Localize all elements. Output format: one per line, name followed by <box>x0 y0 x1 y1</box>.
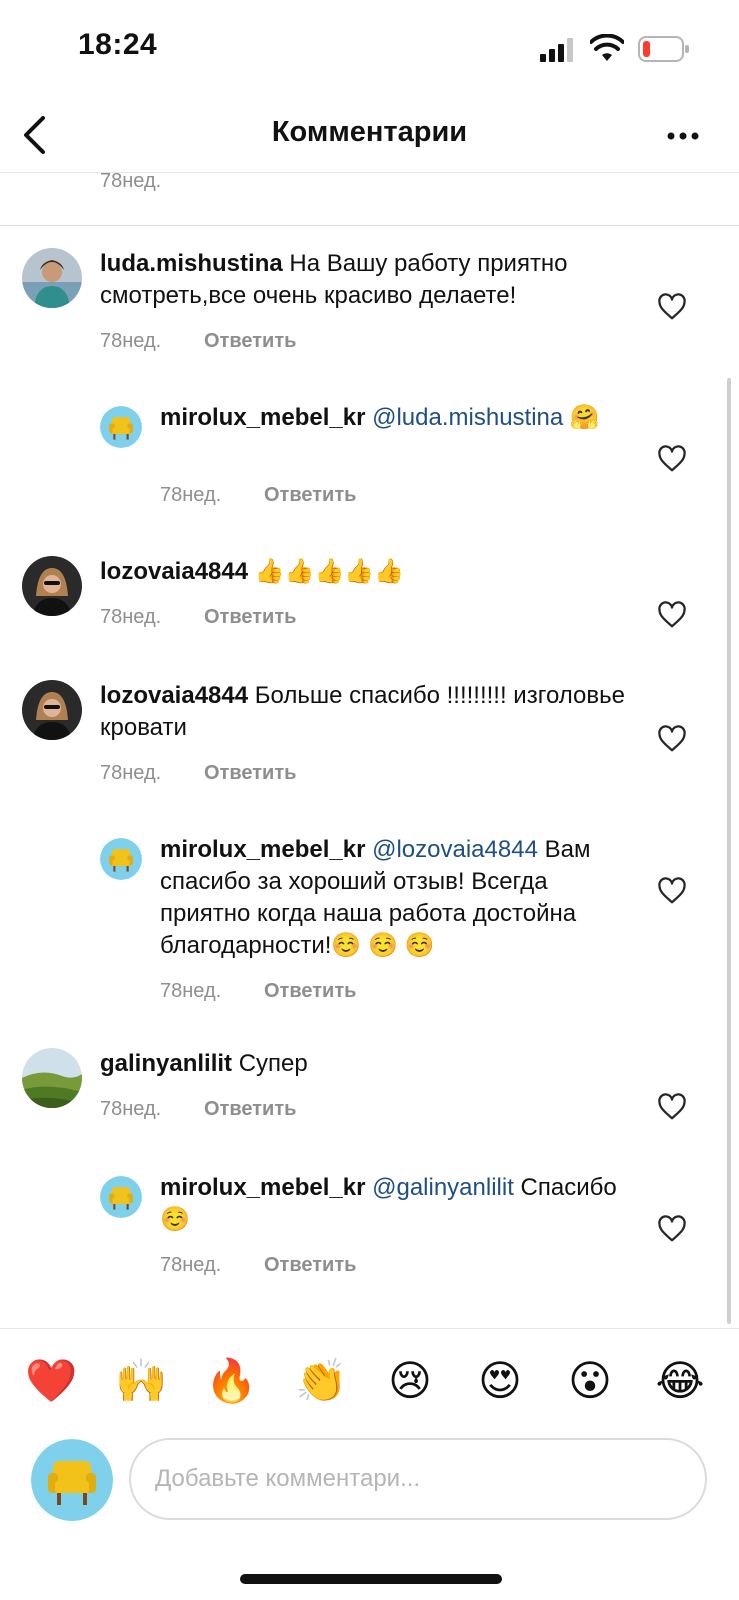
avatar[interactable] <box>100 1176 142 1218</box>
heart-icon[interactable] <box>657 724 687 754</box>
comment-username[interactable]: luda.mishustina <box>100 250 283 277</box>
comment-username[interactable]: mirolux_mebel_kr <box>160 1174 365 1201</box>
page-title: Комментарии <box>271 116 468 148</box>
header: Комментарии <box>0 100 739 173</box>
comment-time: 78нед. <box>100 762 162 784</box>
status-bar: 18:24 <box>0 0 739 100</box>
comment-body: luda.mishustina На Вашу работу приятно с… <box>100 248 630 312</box>
avatar[interactable] <box>22 248 82 308</box>
scrollbar[interactable] <box>727 378 731 1324</box>
comment-body: mirolux_mebel_kr @luda.mishustina 🤗 <box>160 402 620 434</box>
reaction-heart-eyes[interactable]: 😍 <box>475 1356 525 1406</box>
reply-button[interactable]: Ответить <box>264 1254 356 1276</box>
comment-time: 78нед. <box>160 484 222 506</box>
comment-username[interactable]: mirolux_mebel_kr <box>160 836 365 863</box>
ellipsis-icon <box>667 132 699 140</box>
comment-username[interactable]: galinyanlilit <box>100 1050 232 1077</box>
comment-time: 78нед. <box>160 1254 222 1276</box>
comment-text: Супер <box>238 1050 308 1077</box>
comment-username[interactable]: lozovaia4844 <box>100 558 248 585</box>
current-user-avatar <box>31 1439 113 1521</box>
comment-text: 🤗 <box>569 404 600 431</box>
reaction-raised-hands[interactable]: 🙌 <box>115 1356 167 1406</box>
reply-button[interactable]: Ответить <box>204 1098 296 1120</box>
heart-icon[interactable] <box>657 876 687 906</box>
comment-mention[interactable]: @luda.mishustina <box>372 404 563 431</box>
comment-body: galinyanlilit Супер <box>100 1048 630 1080</box>
avatar[interactable] <box>100 838 142 880</box>
comment-meta: 78нед. Ответить <box>160 980 356 1003</box>
reaction-heart[interactable]: ❤️ <box>25 1356 77 1406</box>
comment-text: 👍👍👍👍👍 <box>254 558 405 585</box>
comment-body: lozovaia4844 Больше спасибо !!!!!!!!! из… <box>100 680 630 744</box>
heart-icon[interactable] <box>657 292 687 322</box>
comment-body: lozovaia4844 👍👍👍👍👍 <box>100 556 630 588</box>
cellular-signal-icon <box>540 38 573 62</box>
comment-input[interactable] <box>129 1438 707 1520</box>
avatar[interactable] <box>22 1048 82 1108</box>
comments-list[interactable]: luda.mishustina На Вашу работу приятно с… <box>0 226 739 1326</box>
heart-icon[interactable] <box>657 1214 687 1244</box>
comment-item: lozovaia4844 Больше спасибо !!!!!!!!! из… <box>0 680 739 830</box>
comment-body: mirolux_mebel_kr @lozovaia4844 Вам спаси… <box>160 834 620 962</box>
comment-mention[interactable]: @lozovaia4844 <box>372 836 538 863</box>
home-indicator[interactable] <box>240 1574 502 1584</box>
comment-meta: 78нед. Ответить <box>100 606 296 629</box>
comment-item: mirolux_mebel_kr @galinyanlilit Спасибо☺… <box>0 1172 739 1322</box>
avatar[interactable] <box>22 556 82 616</box>
comment-meta: 78нед. Ответить <box>100 1098 296 1121</box>
reaction-crying[interactable]: 😢 <box>385 1356 435 1406</box>
comment-mention[interactable]: @galinyanlilit <box>372 1174 514 1201</box>
previous-comment-time: 78нед. <box>100 170 162 192</box>
comment-item: mirolux_mebel_kr @lozovaia4844 Вам спаси… <box>0 834 739 1002</box>
comment-time: 78нед. <box>160 980 222 1002</box>
reaction-surprised[interactable]: 😮 <box>565 1356 615 1406</box>
comment-item: luda.mishustina На Вашу работу приятно с… <box>0 248 739 398</box>
heart-icon[interactable] <box>657 600 687 630</box>
status-time: 18:24 <box>78 28 158 61</box>
avatar[interactable] <box>22 680 82 740</box>
reply-button[interactable]: Ответить <box>204 330 296 352</box>
reaction-fire[interactable]: 🔥 <box>205 1356 257 1406</box>
reaction-laughing[interactable]: 😂 <box>655 1356 705 1406</box>
comment-meta: 78нед. Ответить <box>100 762 296 785</box>
comment-meta: 78нед. Ответить <box>160 484 356 507</box>
comment-username[interactable]: mirolux_mebel_kr <box>160 404 365 431</box>
reply-button[interactable]: Ответить <box>204 762 296 784</box>
comment-time: 78нед. <box>100 606 162 628</box>
comment-body: mirolux_mebel_kr @galinyanlilit Спасибо☺… <box>160 1172 620 1236</box>
avatar[interactable] <box>100 406 142 448</box>
reaction-clapping[interactable]: 👏 <box>295 1356 347 1406</box>
reply-button[interactable]: Ответить <box>204 606 296 628</box>
heart-icon[interactable] <box>657 1092 687 1122</box>
heart-icon[interactable] <box>657 444 687 474</box>
reply-button[interactable]: Ответить <box>264 484 356 506</box>
comment-meta: 78нед. Ответить <box>100 330 296 353</box>
comment-item: mirolux_mebel_kr @luda.mishustina 🤗 78нед… <box>0 402 739 552</box>
comment-time: 78нед. <box>100 330 162 352</box>
comment-time: 78нед. <box>100 1098 162 1120</box>
divider <box>0 1328 739 1329</box>
wifi-icon <box>590 34 624 61</box>
battery-icon <box>638 36 689 62</box>
comment-meta: 78нед. Ответить <box>160 1254 356 1277</box>
reply-button[interactable]: Ответить <box>264 980 356 1002</box>
more-options-button[interactable] <box>663 118 703 154</box>
comment-username[interactable]: lozovaia4844 <box>100 682 248 709</box>
